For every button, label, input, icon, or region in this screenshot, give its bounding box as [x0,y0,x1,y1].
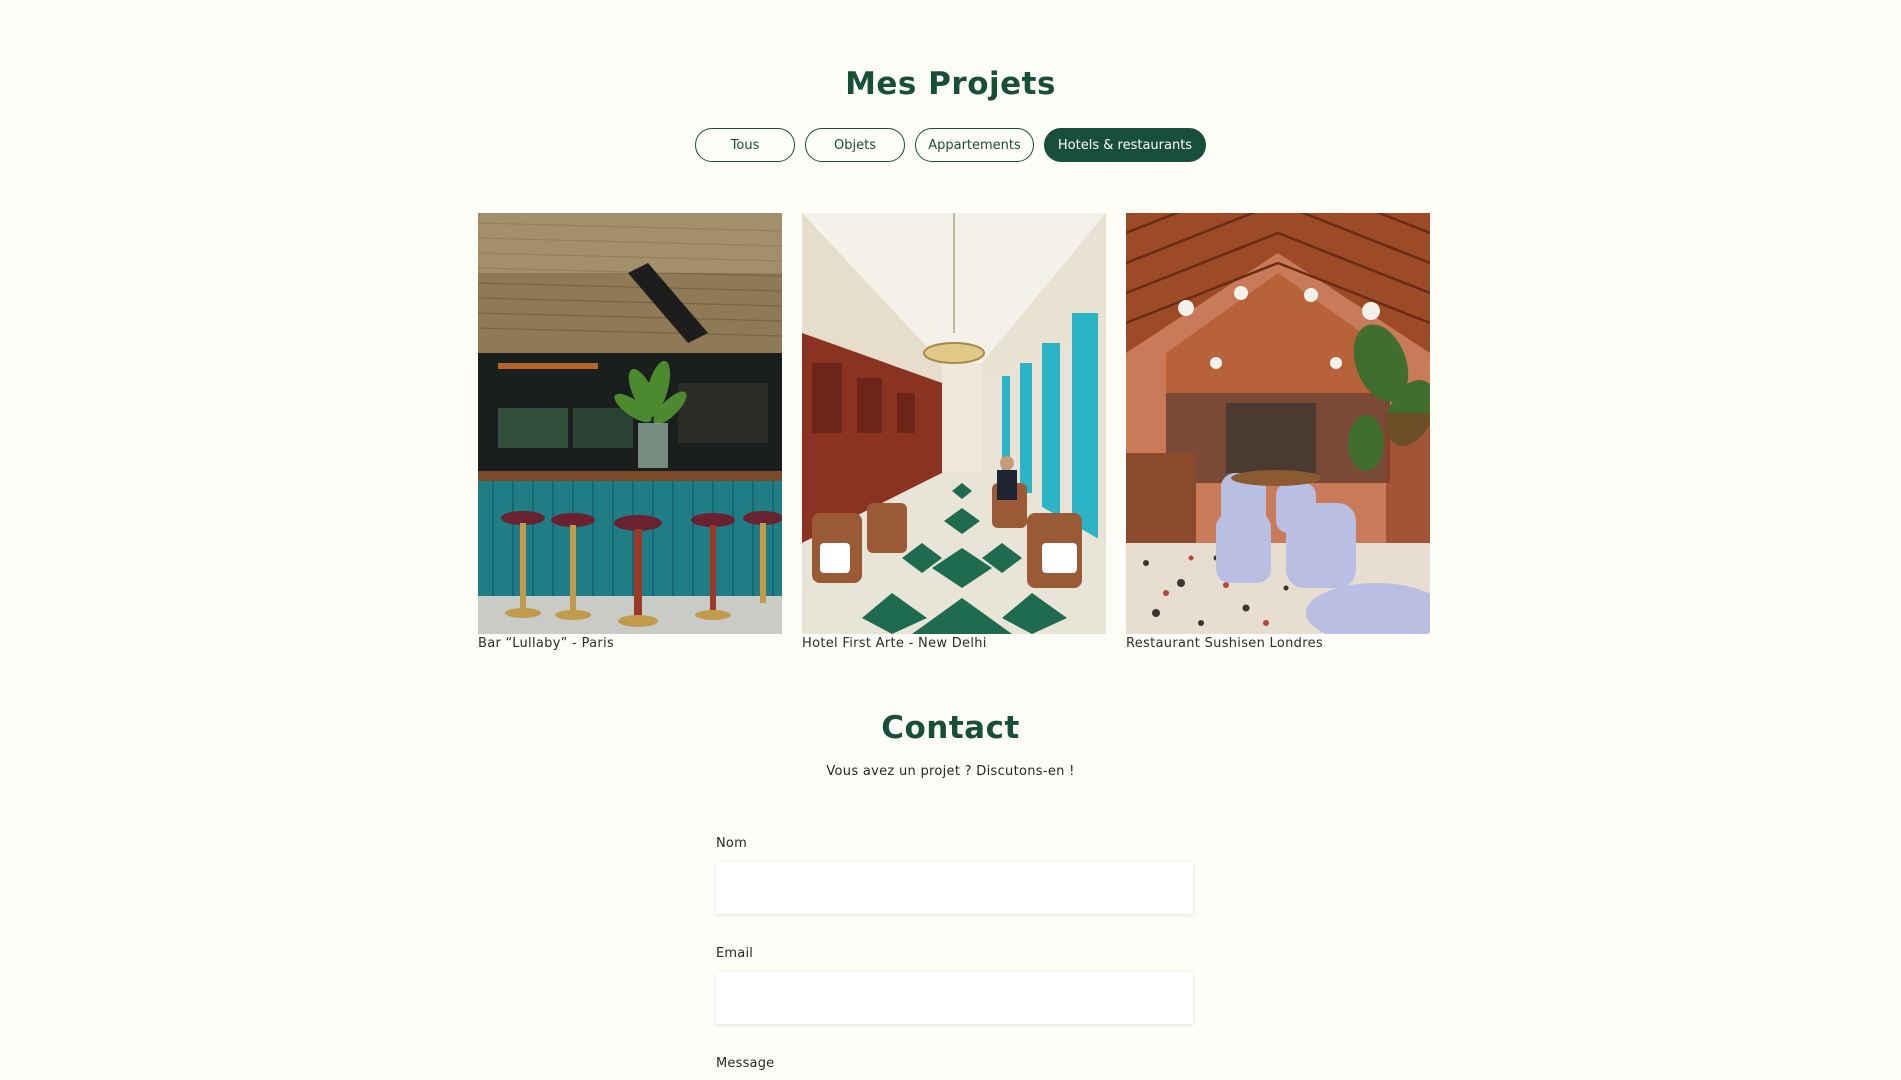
contact-form: Nom Email Message [716,836,1193,1080]
project-image-hotel[interactable] [802,213,1106,634]
project-filters: Tous Objets Appartements Hotels & restau… [0,128,1901,162]
projects-grid: Bar “Lullaby” - Paris Hotel First Arte -… [478,213,1430,651]
project-image-restaurant[interactable] [1126,213,1430,634]
name-label: Nom [716,836,747,851]
contact-subtitle: Vous avez un projet ? Discutons-en ! [826,764,1075,779]
message-label: Message [716,1056,775,1071]
filter-all-button[interactable]: Tous [695,128,795,162]
project-caption: Hotel First Arte - New Delhi [802,636,987,651]
email-label: Email [716,946,754,961]
project-image-bar[interactable] [478,213,782,634]
contact-title: Contact [881,710,1020,746]
filter-hotels-restaurants-button[interactable]: Hotels & restaurants [1044,128,1206,162]
filter-apartments-button[interactable]: Appartements [915,128,1034,162]
filter-objects-button[interactable]: Objets [805,128,905,162]
project-card[interactable]: Restaurant Sushisen Londres [1126,213,1430,651]
project-card[interactable]: Hotel First Arte - New Delhi [802,213,1106,651]
name-field[interactable] [716,862,1193,914]
project-card[interactable]: Bar “Lullaby” - Paris [478,213,782,651]
project-caption: Restaurant Sushisen Londres [1126,636,1323,651]
email-field[interactable] [716,972,1193,1024]
page: Mes Projets Tous Objets Appartements Hot… [0,0,1901,1080]
projects-title: Mes Projets [845,66,1056,102]
project-caption: Bar “Lullaby” - Paris [478,636,615,651]
